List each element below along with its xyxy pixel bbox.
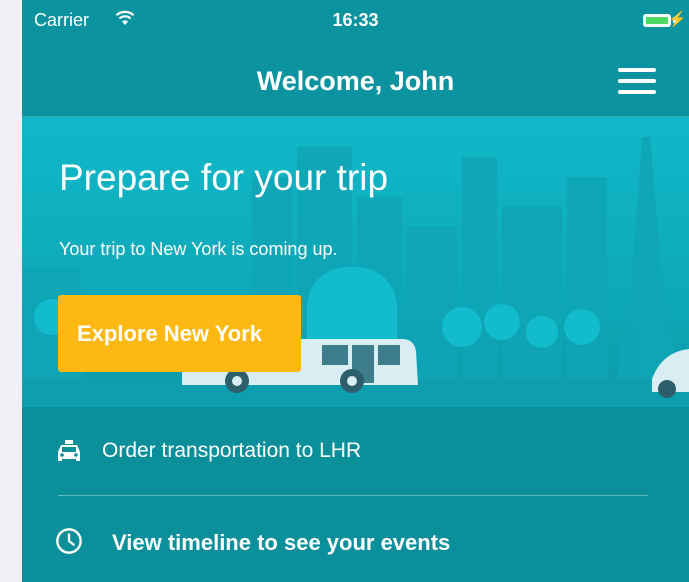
- hero-title: Prepare for your trip: [59, 157, 389, 198]
- battery-icon: [643, 14, 671, 27]
- row-label: Order transportation to LHR: [102, 439, 362, 462]
- clock-icon: [56, 528, 82, 554]
- status-bar: Carrier 16:33 ⚡: [22, 0, 689, 44]
- hero-subtitle: Your trip to New York is coming up.: [59, 239, 338, 259]
- action-list: Order transportation to LHR View timelin…: [22, 407, 689, 582]
- charging-icon: ⚡: [668, 11, 687, 28]
- clock-time: 16:33: [332, 10, 379, 30]
- view-timeline-row[interactable]: View timeline to see your events: [22, 497, 689, 582]
- navigation-bar: Welcome, John: [22, 44, 689, 117]
- app-screen: Carrier 16:33 ⚡ Welcome, John Prepare fo…: [22, 0, 689, 582]
- order-transportation-row[interactable]: Order transportation to LHR: [22, 407, 689, 495]
- row-label: View timeline to see your events: [112, 530, 451, 555]
- explore-city-button[interactable]: Explore New York: [58, 295, 301, 372]
- hamburger-menu-icon[interactable]: [618, 68, 656, 94]
- row-divider: [58, 495, 648, 496]
- page-title: Welcome, John: [256, 66, 455, 96]
- trip-hero-banner: Prepare for your trip Your trip to New Y…: [22, 117, 689, 407]
- taxi-icon: [58, 440, 80, 461]
